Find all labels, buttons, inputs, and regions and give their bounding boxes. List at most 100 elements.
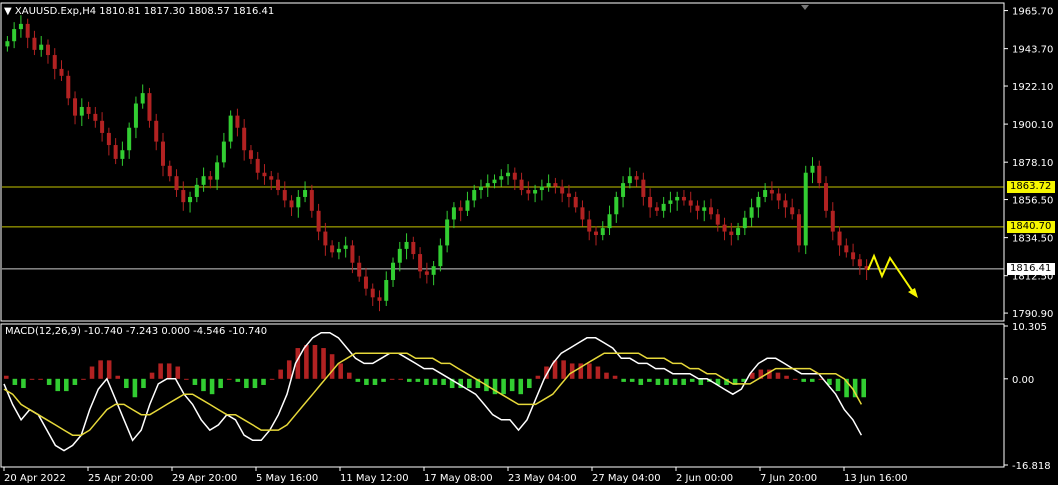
candle-body — [262, 172, 267, 177]
candle-body — [93, 113, 98, 121]
candle-body — [269, 176, 274, 180]
candle-body — [803, 172, 808, 246]
candle-body — [438, 245, 443, 267]
candle-body — [763, 190, 768, 197]
macd-histogram-bar — [535, 375, 541, 379]
candle-body — [201, 176, 206, 185]
candle-body — [194, 184, 199, 197]
candle-body — [634, 176, 639, 180]
candle-body — [857, 259, 862, 267]
macd-histogram-bar — [201, 378, 206, 392]
macd-histogram-bar — [604, 372, 609, 379]
chart-canvas[interactable]: 1965.70 1943.70 1922.10 1900.10 1878.10 1856.… — [0, 0, 1058, 485]
macd-histogram-bar — [672, 378, 678, 385]
macd-histogram-bar — [38, 378, 43, 380]
macd-histogram-bar — [304, 344, 309, 379]
candle-body — [39, 44, 44, 50]
candle-body — [330, 245, 335, 253]
candle-body — [404, 241, 409, 249]
candle-body — [208, 176, 213, 180]
candle-body — [668, 200, 673, 204]
candle-body — [749, 207, 754, 218]
level-price-box: 1816.41 — [1007, 262, 1055, 275]
macd-tick-label: 0.00 — [1012, 375, 1034, 386]
candle-body — [573, 196, 578, 208]
macd-histogram-bar — [312, 344, 318, 379]
candle-body — [533, 190, 538, 194]
macd-histogram-bar — [329, 354, 335, 379]
candle-body — [465, 200, 470, 211]
macd-histogram-bar — [124, 378, 129, 389]
candle-body — [587, 219, 592, 232]
macd-histogram-bar — [398, 378, 403, 380]
candle-body — [769, 190, 774, 194]
dropdown-triangle-icon[interactable]: ▼ — [4, 6, 12, 17]
macd-histogram-bar — [338, 363, 343, 379]
candle-body — [736, 228, 741, 236]
candle-body — [560, 186, 565, 194]
macd-histogram-bar — [792, 378, 798, 380]
candle-body — [309, 190, 314, 211]
candle-body — [506, 172, 511, 177]
candle-body — [709, 207, 714, 215]
price-tick-label: 1856.50 — [1012, 196, 1053, 207]
candle-body — [756, 196, 761, 208]
macd-histogram-bar — [261, 378, 266, 385]
candle-body — [702, 207, 707, 211]
candle-body — [255, 158, 260, 173]
candle-body — [228, 115, 233, 142]
candle-body — [79, 106, 84, 116]
candle-body — [336, 248, 341, 253]
candle-body — [12, 29, 17, 42]
candle-body — [418, 254, 423, 272]
candle-body — [824, 183, 829, 211]
macd-histogram-bar — [784, 375, 789, 379]
candle-body — [539, 186, 544, 191]
candle-body — [627, 176, 632, 184]
macd-histogram-bar — [689, 378, 695, 382]
candle-body — [316, 210, 321, 232]
candle-body — [675, 196, 680, 201]
candle-body — [776, 193, 781, 201]
macd-histogram-bar — [629, 378, 635, 382]
price-tick-label: 1965.70 — [1012, 7, 1053, 18]
candle-body — [154, 120, 159, 142]
candle-body — [445, 219, 450, 246]
macd-histogram-bar — [235, 378, 241, 382]
candle-body — [323, 231, 328, 246]
candle-body — [377, 297, 382, 301]
candle-body — [221, 141, 226, 163]
macd-histogram-bar — [46, 378, 52, 385]
candle-body — [357, 262, 362, 277]
candle-body — [133, 103, 138, 128]
candle-body — [458, 207, 463, 211]
candle-body — [499, 176, 504, 180]
price-tick-label: 1790.90 — [1012, 309, 1053, 320]
candle-body — [242, 127, 247, 151]
candle-body — [580, 207, 585, 220]
candle-body — [397, 248, 402, 263]
macd-histogram-bar — [509, 378, 515, 392]
macd-histogram-bar — [175, 366, 181, 379]
candle-body — [160, 141, 165, 166]
macd-histogram-bar — [286, 360, 292, 379]
macd-histogram-bar — [801, 378, 806, 382]
candle-body — [688, 200, 693, 206]
macd-histogram-bar — [355, 378, 361, 382]
candle-body — [641, 179, 646, 197]
candle-body — [174, 176, 179, 191]
macd-histogram-bar — [698, 378, 704, 385]
candle-body — [106, 132, 111, 146]
macd-histogram-bar — [132, 378, 138, 398]
macd-histogram-bar — [64, 378, 69, 392]
candle-body — [621, 183, 626, 197]
candle-body — [235, 115, 240, 128]
candle-body — [127, 127, 132, 151]
macd-histogram-bar — [681, 378, 686, 385]
macd-histogram-bar — [441, 378, 446, 385]
time-axis: 20 Apr 2022 25 Apr 20:00 29 Apr 20:00 5 May… — [3, 467, 908, 484]
candle-body — [478, 186, 483, 191]
candle-body — [113, 145, 118, 159]
candle-body — [248, 150, 253, 159]
candle-body — [411, 241, 416, 255]
